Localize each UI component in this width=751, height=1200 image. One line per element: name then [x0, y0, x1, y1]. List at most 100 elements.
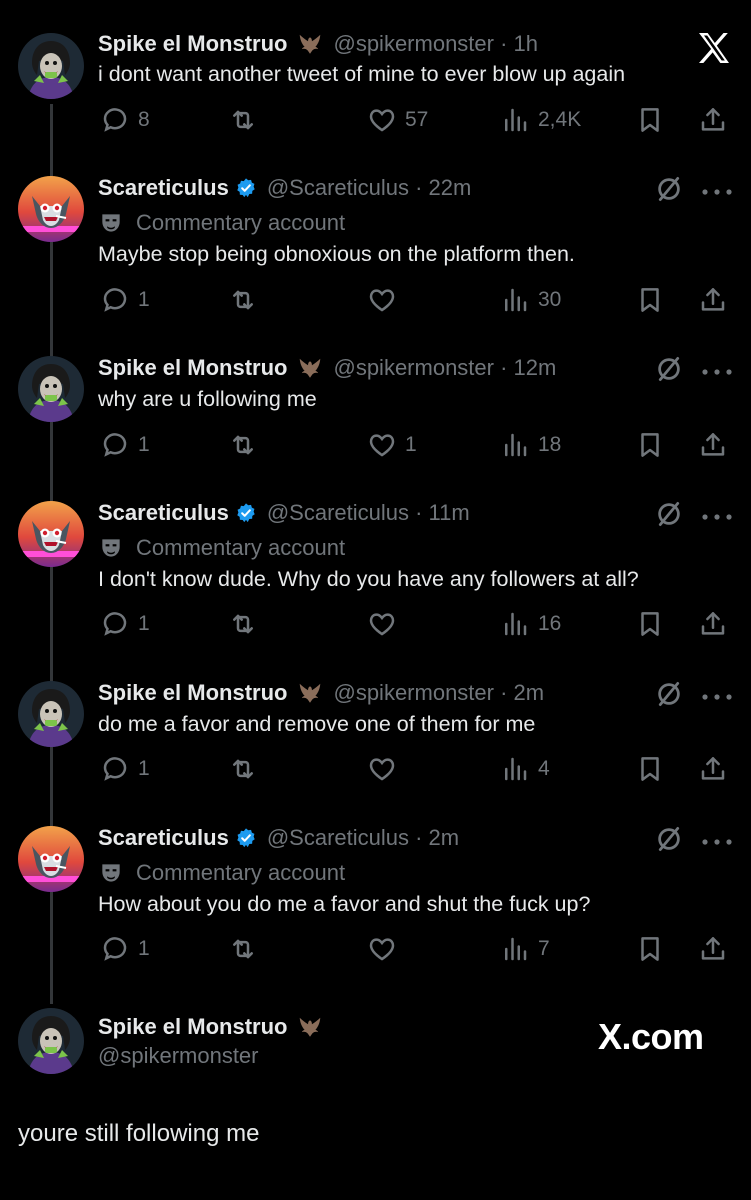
tweet-text: i dont want another tweet of mine to eve…: [98, 62, 626, 86]
more-options-icon[interactable]: [700, 834, 734, 844]
author-handle-time[interactable]: @Scareticulus · 2m: [267, 825, 459, 851]
reply-icon: [100, 934, 130, 964]
author-handle-time[interactable]: @Scareticulus · 11m: [267, 500, 470, 526]
bat-emoji-icon: [297, 680, 323, 706]
like-button[interactable]: 57: [367, 102, 428, 138]
bookmark-button[interactable]: [635, 606, 665, 642]
like-button[interactable]: [367, 751, 397, 787]
avatar[interactable]: [18, 176, 84, 242]
views-button[interactable]: 7: [500, 931, 550, 967]
views-icon: [500, 285, 530, 315]
more-options-icon[interactable]: [700, 509, 734, 519]
views-button[interactable]: 30: [500, 282, 561, 318]
reply-button[interactable]: 1: [100, 606, 150, 642]
grok-icon[interactable]: [654, 499, 684, 529]
author-handle-time[interactable]: @spikermonster · 12m: [333, 355, 556, 381]
grok-icon[interactable]: [654, 824, 684, 854]
author-handle-time[interactable]: @spikermonster · 2m: [333, 680, 544, 706]
bookmark-button[interactable]: [635, 102, 665, 138]
views-button[interactable]: 2,4K: [500, 102, 581, 138]
share-button[interactable]: [698, 751, 728, 787]
affiliation-label: Commentary account: [98, 858, 345, 888]
reply-button[interactable]: 1: [100, 931, 150, 967]
avatar[interactable]: [18, 33, 84, 99]
quote-author-name[interactable]: Spike el Monstruo: [98, 1012, 323, 1042]
like-icon: [367, 934, 397, 964]
grok-icon[interactable]: [654, 354, 684, 384]
repost-button[interactable]: [228, 282, 258, 318]
grok-icon[interactable]: [654, 679, 684, 709]
like-button[interactable]: [367, 606, 397, 642]
repost-button[interactable]: [228, 751, 258, 787]
share-button[interactable]: [698, 427, 728, 463]
x-logo-icon[interactable]: [694, 28, 734, 68]
verified-badge-icon: [235, 827, 257, 849]
more-options-icon[interactable]: [700, 184, 734, 194]
repost-icon: [228, 285, 258, 315]
reply-button[interactable]: 1: [100, 282, 150, 318]
bat-emoji-icon: [297, 1014, 323, 1040]
author-name[interactable]: Spike el Monstruo: [98, 31, 287, 57]
reply-icon: [100, 105, 130, 135]
repost-icon: [228, 105, 258, 135]
share-button[interactable]: [698, 931, 728, 967]
author-name[interactable]: Spike el Monstruo: [98, 355, 287, 381]
share-icon: [698, 754, 728, 784]
share-icon: [698, 105, 728, 135]
bookmark-icon: [635, 285, 665, 315]
reply-button[interactable]: 1: [100, 427, 150, 463]
author-name[interactable]: Scareticulus: [98, 175, 229, 201]
more-options-icon[interactable]: [700, 364, 734, 374]
author-handle-time[interactable]: @Scareticulus · 22m: [267, 175, 472, 201]
author-name[interactable]: Scareticulus: [98, 500, 229, 526]
like-icon: [367, 430, 397, 460]
views-icon: [500, 430, 530, 460]
repost-button[interactable]: [228, 427, 258, 463]
avatar[interactable]: [18, 501, 84, 567]
avatar[interactable]: [18, 681, 84, 747]
bookmark-icon: [635, 754, 665, 784]
more-options-icon[interactable]: [700, 689, 734, 699]
views-button[interactable]: 18: [500, 427, 561, 463]
like-button[interactable]: 1: [367, 427, 417, 463]
bookmark-icon: [635, 430, 665, 460]
bookmark-button[interactable]: [635, 282, 665, 318]
views-button[interactable]: 4: [500, 751, 550, 787]
author-name[interactable]: Spike el Monstruo: [98, 680, 287, 706]
repost-button[interactable]: [228, 931, 258, 967]
repost-button[interactable]: [228, 606, 258, 642]
verified-badge-icon: [235, 177, 257, 199]
bookmark-button[interactable]: [635, 931, 665, 967]
views-button[interactable]: 16: [500, 606, 561, 642]
avatar[interactable]: [18, 356, 84, 422]
like-button[interactable]: [367, 931, 397, 967]
tweet-actions: 1 4: [0, 751, 751, 787]
repost-button[interactable]: [228, 102, 258, 138]
share-button[interactable]: [698, 282, 728, 318]
reply-button[interactable]: 1: [100, 751, 150, 787]
avatar[interactable]: [18, 826, 84, 892]
reply-button[interactable]: 8: [100, 102, 150, 138]
author-handle-time[interactable]: @spikermonster · 1h: [333, 31, 538, 57]
author-name[interactable]: Scareticulus: [98, 825, 229, 851]
avatar[interactable]: [18, 1008, 84, 1074]
repost-icon: [228, 934, 258, 964]
like-icon: [367, 105, 397, 135]
bookmark-icon: [635, 105, 665, 135]
grok-icon[interactable]: [654, 174, 684, 204]
bookmark-button[interactable]: [635, 427, 665, 463]
reply-icon: [100, 285, 130, 315]
like-button[interactable]: [367, 282, 397, 318]
share-button[interactable]: [698, 606, 728, 642]
repost-icon: [228, 609, 258, 639]
share-icon: [698, 934, 728, 964]
bat-emoji-icon: [297, 355, 323, 381]
verified-badge-icon: [235, 502, 257, 524]
share-button[interactable]: [698, 102, 728, 138]
tweet-text: do me a favor and remove one of them for…: [98, 712, 536, 736]
views-icon: [500, 609, 530, 639]
repost-icon: [228, 430, 258, 460]
quote-author-handle[interactable]: @spikermonster: [98, 1041, 259, 1071]
bookmark-button[interactable]: [635, 751, 665, 787]
reply-icon: [100, 754, 130, 784]
